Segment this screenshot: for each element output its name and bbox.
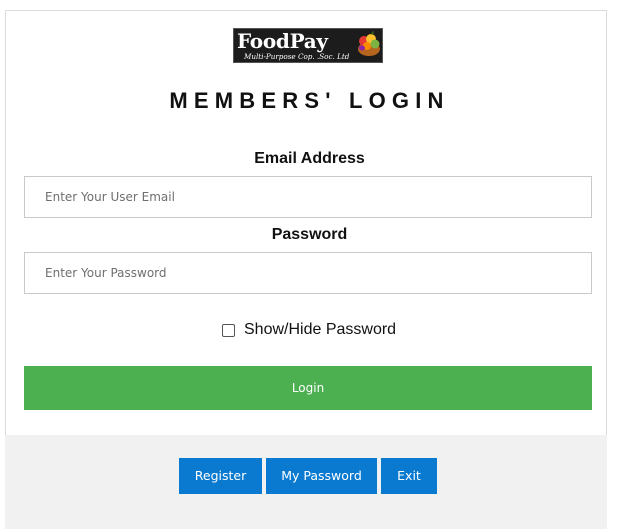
my-password-button[interactable]: My Password — [266, 458, 377, 494]
exit-button[interactable]: Exit — [381, 458, 437, 494]
password-label: Password — [271, 226, 348, 243]
fruit-basket-icon — [358, 31, 380, 56]
show-hide-password-checkbox[interactable] — [222, 323, 235, 337]
show-hide-password-label: Show/Hide Password — [244, 321, 397, 338]
register-button[interactable]: Register — [179, 458, 262, 494]
show-hide-password-toggle[interactable]: Show/Hide Password — [222, 320, 396, 340]
password-input[interactable] — [24, 252, 592, 294]
foodpay-logo: FoodPay Multi-Purpose Cop. .Soc. Ltd — [233, 28, 383, 63]
page-title: MEMBERS' LOGIN — [169, 88, 450, 113]
logo-brand-text: FoodPay — [237, 29, 328, 53]
email-label: Email Address — [254, 150, 365, 167]
login-button[interactable]: Login — [24, 366, 592, 410]
logo-tagline: Multi-Purpose Cop. .Soc. Ltd — [244, 52, 350, 61]
email-input[interactable] — [24, 176, 592, 218]
